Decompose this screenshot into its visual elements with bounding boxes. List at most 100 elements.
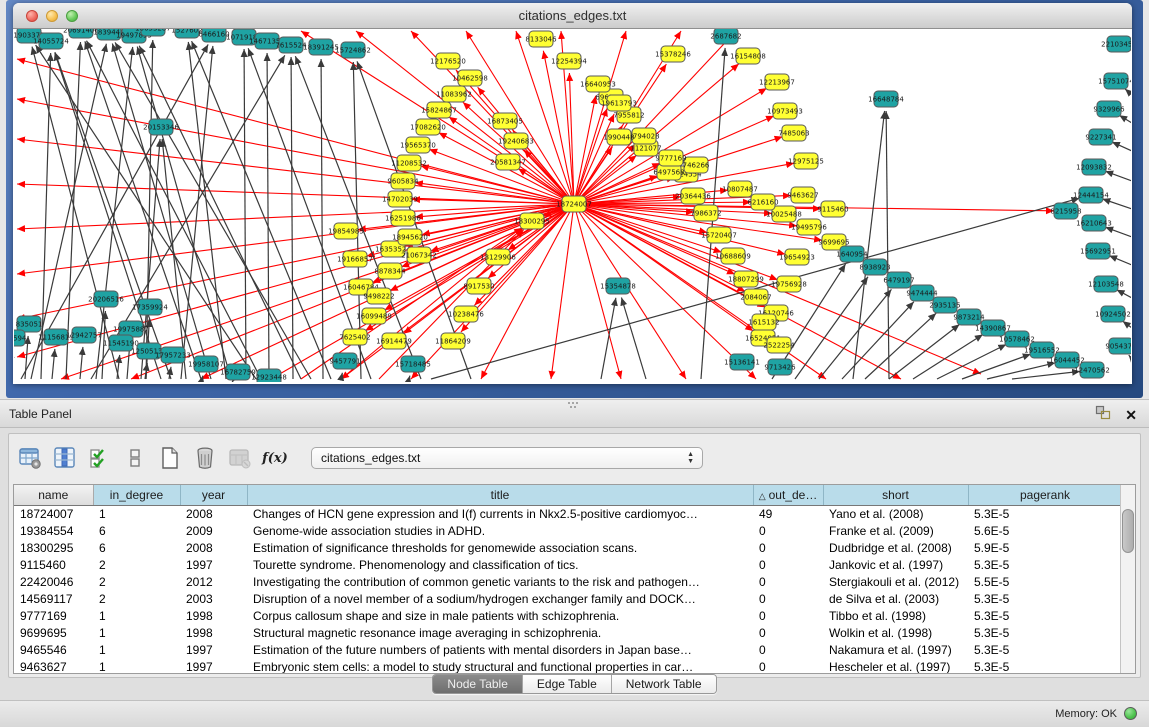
svg-text:19495796: 19495796 (791, 224, 827, 232)
table-row[interactable]: 977716911998Corpus callosum shape and si… (14, 607, 1122, 624)
svg-text:6479197: 6479197 (883, 277, 914, 285)
svg-text:12470562: 12470562 (1074, 367, 1110, 375)
minimize-window-button[interactable] (46, 10, 58, 22)
function-builder-icon[interactable]: f(x) (262, 445, 288, 471)
table-row[interactable]: 969969511998Structural magnetic resonanc… (14, 624, 1122, 641)
svg-text:20581347: 20581347 (490, 159, 526, 167)
table-settings-icon[interactable] (17, 445, 43, 471)
table-panel-content: f(x) citations_edges.txt ▲▼ name in_degr… (8, 433, 1141, 678)
svg-text:14702039: 14702039 (382, 196, 418, 204)
close-window-button[interactable] (26, 10, 38, 22)
select-column-icon[interactable] (52, 445, 78, 471)
table-row[interactable]: 1872400712008Changes of HCN gene express… (14, 505, 1122, 522)
column-header-pagerank[interactable]: pagerank (968, 485, 1122, 505)
svg-text:15720407: 15720407 (701, 232, 737, 240)
svg-text:12444154: 12444154 (1073, 192, 1109, 200)
svg-text:9115460: 9115460 (817, 206, 848, 214)
svg-text:8215958: 8215958 (1050, 208, 1081, 216)
network-window-titlebar[interactable]: citations_edges.txt (13, 3, 1132, 29)
zoom-window-button[interactable] (66, 10, 78, 22)
svg-text:15724862: 15724862 (335, 47, 371, 55)
svg-text:9474444: 9474444 (906, 290, 938, 298)
table-body: 1872400712008Changes of HCN gene express… (14, 505, 1122, 674)
scrollbar-thumb[interactable] (1122, 509, 1134, 553)
network-window[interactable]: citations_edges.txt 19033751405572420691… (13, 3, 1132, 384)
memory-status-label: Memory: OK (1055, 708, 1117, 720)
table-row[interactable]: 1830029562008Estimation of significance … (14, 539, 1122, 556)
column-header-out-degree[interactable]: △out_de… (753, 485, 823, 505)
svg-text:9605834: 9605834 (387, 178, 419, 186)
svg-text:9457791: 9457791 (329, 358, 360, 366)
svg-text:18724007: 18724007 (556, 201, 592, 209)
column-header-title[interactable]: title (247, 485, 753, 505)
svg-text:16914479: 16914479 (376, 338, 412, 346)
svg-text:9329966: 9329966 (1093, 106, 1125, 114)
svg-text:18391245: 18391245 (303, 44, 339, 52)
svg-text:16099489: 16099489 (356, 313, 392, 321)
svg-text:15354878: 15354878 (600, 283, 636, 291)
svg-text:11208532: 11208532 (391, 160, 427, 168)
table-row[interactable]: 2242004622012Investigating the contribut… (14, 573, 1122, 590)
svg-text:19613793: 19613793 (601, 100, 637, 108)
table-panel-header: Table Panel ✕ (0, 399, 1149, 428)
show-columns-checklist-icon[interactable] (87, 445, 113, 471)
svg-text:16873405: 16873405 (487, 118, 523, 126)
float-panel-icon[interactable] (1095, 405, 1111, 425)
table-header-row: name in_degree year title △out_de… short… (14, 485, 1122, 505)
svg-text:8878344: 8878344 (374, 268, 406, 276)
column-header-year[interactable]: year (180, 485, 247, 505)
table-vertical-scrollbar[interactable] (1120, 485, 1135, 673)
table-row[interactable]: 911546021997Tourette syndrome. Phenomeno… (14, 556, 1122, 573)
tab-edge-table[interactable]: Edge Table (523, 675, 612, 693)
svg-text:9873214: 9873214 (953, 314, 985, 322)
combo-arrows-icon: ▲▼ (687, 451, 694, 465)
svg-text:15136141: 15136141 (724, 359, 760, 367)
network-canvas[interactable]: 1903375140557242069140618394411949789310… (14, 29, 1131, 382)
svg-text:13129906: 13129906 (480, 254, 516, 262)
svg-text:835051: 835051 (16, 321, 43, 329)
new-table-icon[interactable] (157, 445, 183, 471)
svg-text:19756928: 19756928 (771, 281, 807, 289)
row-height-icon[interactable] (122, 445, 148, 471)
column-header-name[interactable]: name (14, 485, 93, 505)
svg-text:12176520: 12176520 (430, 58, 466, 66)
svg-text:7955812: 7955812 (613, 112, 644, 120)
delete-table-disabled-icon (227, 445, 253, 471)
table-row[interactable]: 1938455462009Genome-wide association stu… (14, 522, 1122, 539)
memory-status-indicator[interactable] (1124, 707, 1137, 720)
tab-network-table[interactable]: Network Table (612, 675, 716, 693)
svg-text:16210643: 16210643 (1076, 220, 1112, 228)
svg-text:15751074: 15751074 (1098, 78, 1131, 86)
tab-node-table[interactable]: Node Table (433, 675, 523, 693)
table-row[interactable]: 946362711997Embryonic stem cells: a mode… (14, 658, 1122, 674)
table-source-select[interactable]: citations_edges.txt ▲▼ (311, 447, 703, 469)
svg-text:12093832: 12093832 (1076, 164, 1112, 172)
svg-text:12923448: 12923448 (251, 374, 287, 382)
svg-text:16044452: 16044452 (1049, 357, 1085, 365)
svg-text:10924502: 10924502 (1095, 311, 1131, 319)
column-header-short[interactable]: short (823, 485, 968, 505)
close-panel-icon[interactable]: ✕ (1125, 407, 1137, 423)
svg-text:19654923: 19654923 (779, 254, 815, 262)
table-row[interactable]: 1456911722003Disruption of a novel membe… (14, 590, 1122, 607)
delete-trash-icon[interactable] (192, 445, 218, 471)
panel-resize-handle[interactable] (568, 402, 580, 409)
svg-text:746266: 746266 (683, 162, 710, 170)
svg-text:1640954: 1640954 (836, 251, 868, 259)
table-row[interactable]: 946554611997Estimation of the future num… (14, 641, 1122, 658)
svg-text:9713426: 9713426 (764, 364, 796, 372)
svg-text:8917530: 8917530 (463, 283, 494, 291)
svg-text:16154808: 16154808 (730, 53, 766, 61)
svg-text:19854985: 19854985 (328, 228, 364, 236)
svg-text:22103458: 22103458 (1101, 41, 1131, 49)
svg-text:11545190: 11545190 (103, 340, 139, 348)
column-header-in-degree[interactable]: in_degree (93, 485, 180, 505)
svg-text:7625402: 7625402 (339, 334, 370, 342)
svg-text:17082620: 17082620 (410, 124, 446, 132)
sort-ascending-icon: △ (759, 491, 766, 501)
svg-text:21067342: 21067342 (401, 252, 437, 260)
svg-text:16640953: 16640953 (580, 81, 616, 89)
svg-text:19958107: 19958107 (188, 361, 224, 369)
svg-text:18945620: 18945620 (392, 234, 428, 242)
svg-text:19565370: 19565370 (400, 142, 436, 150)
